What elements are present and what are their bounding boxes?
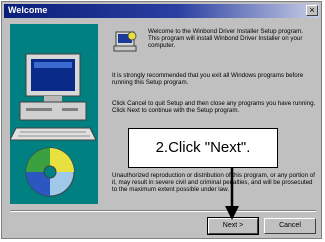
close-button[interactable]: × [306, 5, 318, 16]
title-bar[interactable]: Welcome × [4, 4, 319, 18]
button-separator [10, 210, 316, 212]
instruction-text: Click Cancel to quit Setup and then clos… [112, 100, 316, 115]
cancel-button[interactable]: Cancel [264, 218, 316, 234]
installer-icon [113, 31, 137, 52]
next-button[interactable]: Next > [207, 217, 259, 235]
instruction-callout: 2.Click "Next". [128, 128, 278, 168]
close-icon: × [309, 5, 315, 15]
recommendation-text: It is strongly recommended that you exit… [112, 72, 304, 87]
computer-illustration-icon [10, 24, 98, 204]
window-title: Welcome [8, 5, 48, 15]
warning-text: Unauthorized reproduction or distributio… [112, 172, 315, 194]
disc-icon [25, 147, 75, 197]
welcome-text: Welcome to the Winbond Driver Installer … [148, 28, 303, 50]
setup-dialog: Welcome × Welcome to the Winbond Driver … [1, 1, 322, 239]
down-arrow-icon [225, 168, 239, 220]
setup-graphic-panel [10, 24, 98, 204]
